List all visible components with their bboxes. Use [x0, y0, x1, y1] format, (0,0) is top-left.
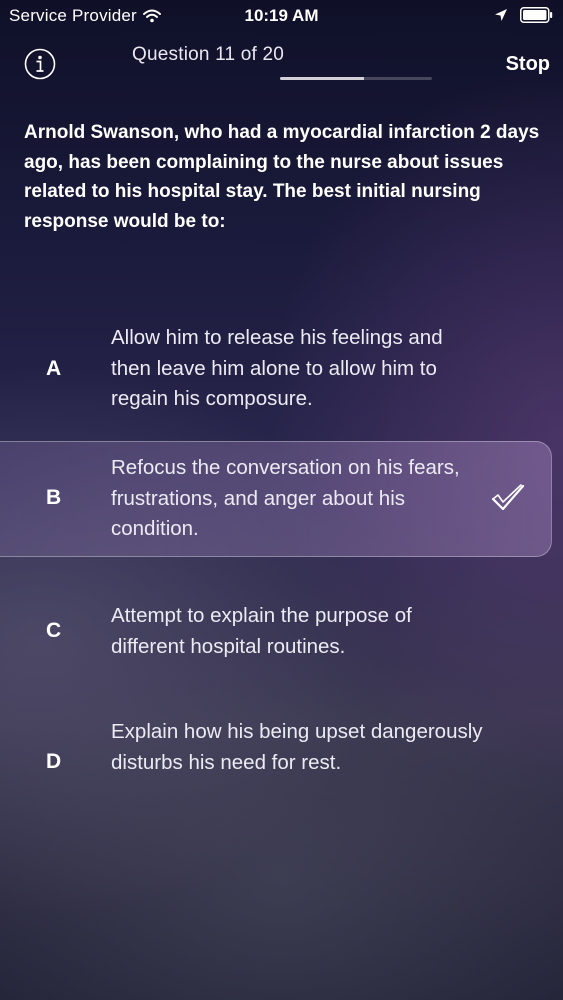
- question-counter: Question 11 of 20: [132, 44, 284, 65]
- option-text: Attempt to explain the purpose of differ…: [111, 604, 412, 658]
- answer-option-c[interactable]: C Attempt to explain the purpose of diff…: [0, 601, 563, 665]
- checkmark-icon: [491, 484, 525, 511]
- status-bar: Service Provider 10:19 AM: [0, 0, 563, 32]
- location-arrow-icon: [495, 9, 507, 21]
- answer-option-b[interactable]: B Refocus the conversation on his fears,…: [0, 441, 563, 557]
- info-icon[interactable]: [24, 48, 56, 80]
- answer-option-a[interactable]: A Allow him to release his feelings and …: [0, 322, 563, 418]
- progress-bar: [280, 77, 432, 80]
- status-time: 10:19 AM: [244, 6, 319, 25]
- answer-option-d[interactable]: D Explain how his being upset dangerousl…: [0, 716, 563, 812]
- question-text: Arnold Swanson, who had a myocardial inf…: [24, 122, 540, 232]
- progress-fill: [280, 77, 364, 80]
- nav-bar: Question 11 of 20 Stop: [0, 32, 563, 96]
- option-letter: D: [46, 750, 62, 773]
- option-letter: A: [46, 357, 62, 380]
- option-letter: B: [46, 486, 62, 509]
- option-letter: C: [46, 619, 62, 642]
- option-text: Allow him to release his feelings and th…: [111, 326, 443, 410]
- option-text: Refocus the conversation on his fears, f…: [111, 456, 460, 540]
- status-right-group: [494, 7, 553, 23]
- stop-button[interactable]: Stop: [506, 53, 550, 76]
- battery-icon: [520, 7, 553, 23]
- option-text: Explain how his being upset dangerously …: [111, 720, 483, 774]
